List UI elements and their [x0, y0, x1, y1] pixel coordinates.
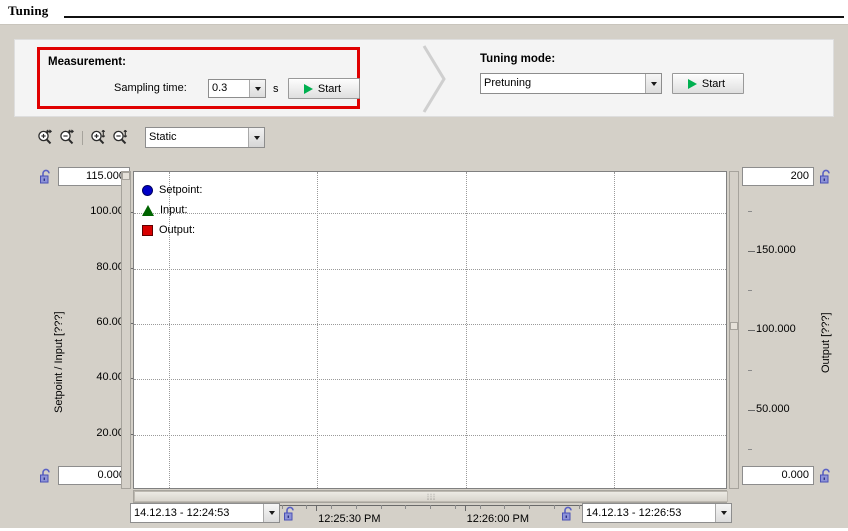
vertical-gridline: [614, 172, 616, 488]
scrollbar-thumb[interactable]: ⦙⦙⦙: [134, 491, 728, 502]
horizontal-gridline: [134, 434, 726, 436]
lock-left-max-icon[interactable]: [39, 169, 53, 184]
play-icon: [687, 78, 697, 89]
legend-triangle-icon: [142, 204, 154, 216]
chart-legend: Setpoint: Input: Output:: [142, 180, 202, 240]
trend-chart: 115.000 0.000 200 0.000 Setpoint / Input…: [30, 153, 832, 525]
zoom-out-vertical-icon[interactable]: [109, 127, 131, 149]
measurement-group-label: Measurement:: [48, 56, 126, 68]
page-header: Tuning: [0, 0, 848, 24]
left-axis-ticks: 100.000 80.000 60.000 40.000 20.000: [60, 171, 138, 484]
tuning-start-button[interactable]: Start: [672, 73, 744, 94]
horizontal-gridline: [134, 379, 726, 381]
tuning-content-panel: Measurement: Sampling time: 0.3 s Start …: [0, 24, 848, 528]
right-tick-mark: [748, 330, 755, 331]
zoom-out-horizontal-icon[interactable]: [56, 127, 78, 149]
page-title: Tuning: [8, 3, 49, 18]
graph-mode-value: Static: [149, 131, 177, 143]
scrollbar-thumb[interactable]: [122, 172, 130, 180]
chevron-down-icon[interactable]: [248, 128, 264, 147]
right-tick-label: 100.000: [756, 323, 796, 335]
legend-circle-icon: [142, 184, 153, 196]
range-end-value: 14.12.13 - 12:26:53: [586, 506, 682, 519]
lock-range-end-icon[interactable]: [561, 506, 575, 521]
tuning-start-label: Start: [701, 77, 726, 90]
title-underline: [64, 16, 844, 18]
legend-square-icon: [142, 224, 153, 236]
time-axis-scrollbar[interactable]: ⦙⦙⦙: [133, 490, 728, 503]
right-tick-mark-minor: [748, 369, 752, 371]
legend-item: Setpoint:: [142, 180, 202, 200]
horizontal-gridline: [134, 324, 726, 326]
right-axis-ticks: 150.000 100.000 50.000: [748, 171, 826, 484]
play-icon: [303, 83, 313, 94]
chevron-down-icon[interactable]: [715, 504, 731, 522]
range-end-combo[interactable]: 14.12.13 - 12:26:53: [582, 503, 732, 523]
tuning-mode-group: Tuning mode: Pretuning Start: [480, 50, 780, 106]
toolbar-separator: [82, 131, 83, 145]
sampling-time-value: 0.3: [212, 82, 228, 94]
right-tick-label: 150.000: [756, 243, 796, 256]
time-range-bar: 14.12.13 - 12:24:53 14.12.13 - 12:26:53: [30, 503, 818, 527]
vertical-gridline: [465, 172, 467, 488]
tuning-mode-label: Tuning mode:: [480, 53, 556, 65]
lock-range-start-icon[interactable]: [283, 506, 297, 521]
zoom-in-vertical-icon[interactable]: [87, 127, 109, 149]
plot-area[interactable]: Setpoint: Input: Output:: [133, 171, 727, 489]
scrollbar-grip-icon: ⦙⦙⦙: [427, 492, 437, 502]
right-tick-mark: [748, 250, 755, 252]
measurement-start-button[interactable]: Start: [288, 78, 360, 99]
legend-item: Input:: [142, 200, 202, 220]
right-tick-mark-minor: [748, 290, 752, 292]
vertical-gridline: [317, 172, 319, 488]
tuning-mode-combo[interactable]: Pretuning: [480, 73, 662, 94]
horizontal-gridline: [134, 268, 726, 270]
lock-left-min-icon[interactable]: [39, 468, 53, 483]
right-tick-mark: [748, 409, 755, 411]
range-start-value: 14.12.13 - 12:24:53: [134, 506, 230, 519]
legend-label: Output:: [159, 224, 196, 236]
sampling-time-combo[interactable]: 0.3: [208, 79, 266, 98]
range-start-combo[interactable]: 14.12.13 - 12:24:53: [130, 503, 280, 523]
legend-item: Output:: [142, 220, 202, 240]
sampling-time-label: Sampling time:: [114, 82, 187, 94]
right-tick-mark-minor: [748, 449, 752, 451]
zoom-in-horizontal-icon[interactable]: [34, 127, 56, 149]
chevron-down-icon[interactable]: [263, 504, 279, 522]
measurement-start-label: Start: [317, 82, 342, 95]
sampling-time-unit: s: [273, 83, 279, 95]
tuning-mode-value: Pretuning: [484, 77, 532, 89]
right-axis-scrollbar[interactable]: [729, 171, 739, 489]
graph-toolbar: Static: [34, 125, 274, 151]
graph-mode-combo[interactable]: Static: [145, 127, 265, 148]
right-tick-mark-minor: [748, 210, 752, 212]
chevron-down-icon[interactable]: [249, 80, 265, 97]
legend-label: Input:: [160, 204, 188, 216]
horizontal-gridline: [134, 213, 726, 215]
right-tick-label: 50.000: [756, 402, 790, 415]
sampling-time-row: Sampling time: 0.3 s Start: [48, 77, 360, 101]
section-separator-chevron-icon: [422, 45, 446, 113]
settings-strip: Measurement: Sampling time: 0.3 s Start …: [14, 39, 834, 117]
legend-label: Setpoint:: [159, 184, 203, 196]
measurement-group: Measurement: Sampling time: 0.3 s Start: [37, 47, 360, 109]
left-axis-scrollbar[interactable]: [121, 171, 131, 489]
scrollbar-thumb[interactable]: [730, 322, 738, 330]
chevron-down-icon[interactable]: [645, 74, 661, 93]
